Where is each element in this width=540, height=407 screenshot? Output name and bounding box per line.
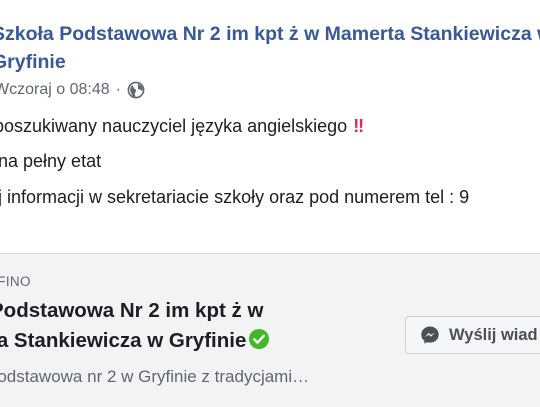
post-body-line-3: ej informacji w sekretariacie szkoły ora… — [0, 187, 470, 207]
meta-separator: · — [115, 81, 121, 98]
post-author-line-1[interactable]: Szkoła Podstawowa Nr 2 im kpt ż w Mamert… — [0, 20, 540, 48]
messenger-icon — [421, 326, 439, 344]
verified-badge-icon — [249, 329, 270, 349]
post-body-line-2: na pełny etat — [0, 151, 102, 171]
send-message-label[interactable]: Wyślij wiad — [449, 326, 538, 345]
double-exclamation-icon: ‼ — [353, 116, 364, 136]
post-meta: Wczoraj o 08:48 · — [0, 79, 145, 101]
post-timestamp[interactable]: Wczoraj o 08:48 — [0, 81, 110, 99]
facebook-post: Szkoła Podstawowa Nr 2 im kpt ż w Mamert… — [0, 0, 540, 407]
link-card-description: Podstawowa nr 2 w Gryfinie z tradycjami… — [0, 367, 310, 386]
link-card-site: YFINO — [0, 274, 31, 289]
post-author-link[interactable]: Szkoła Podstawowa Nr 2 im kpt ż w Mamert… — [0, 20, 540, 76]
link-preview-card[interactable]: YFINO Podstawowa Nr 2 im kpt ż w ta Stan… — [0, 253, 540, 407]
globe-icon[interactable] — [127, 81, 145, 99]
link-card-title-text-2[interactable]: ta Stankiewicza w Gryfinie — [0, 329, 246, 352]
send-message-button[interactable]: Wyślij wiad — [405, 316, 540, 354]
post-body-text-1: poszukiwany nauczyciel języka angielskie… — [0, 116, 348, 136]
link-card-title[interactable]: Podstawowa Nr 2 im kpt ż w ta Stankiewic… — [0, 296, 270, 356]
post-author-line-2[interactable]: Gryfinie — [0, 48, 540, 76]
link-card-title-line-1[interactable]: Podstawowa Nr 2 im kpt ż w — [0, 296, 270, 326]
post-body-line-1: poszukiwany nauczyciel języka angielskie… — [0, 114, 364, 138]
link-card-title-line-2[interactable]: ta Stankiewicza w Gryfinie — [0, 326, 270, 356]
